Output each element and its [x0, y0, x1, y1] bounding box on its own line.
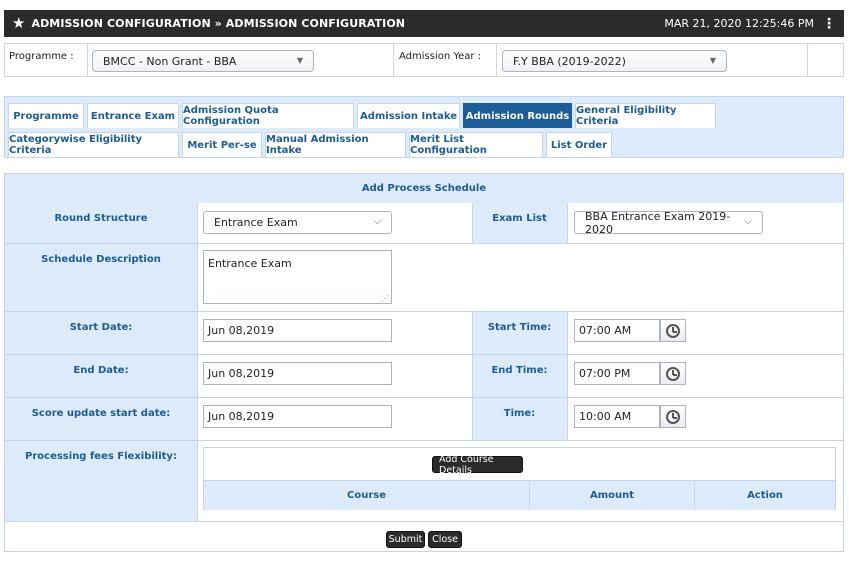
time-label: Time:	[472, 398, 567, 440]
star-icon[interactable]: ★	[12, 16, 25, 31]
column-divider	[567, 203, 568, 243]
tab-list-order[interactable]: List Order	[546, 132, 612, 157]
chevron-down-icon: ⌵	[744, 216, 752, 227]
round-structure-select[interactable]: Entrance Exam ⌵	[203, 211, 392, 234]
course-table-header: Course Amount Action	[204, 480, 835, 510]
score-update-start-date-label: Score update start date:	[5, 398, 197, 440]
schedule-description-label: Schedule Description	[5, 244, 197, 311]
tab-categorywise-eligibility-criteria[interactable]: Categorywise Eligibility Criteria	[8, 132, 179, 157]
tab-programme[interactable]: Programme	[8, 103, 84, 128]
column-divider	[567, 312, 568, 440]
programme-select-value: BMCC - Non Grant - BBA	[103, 54, 237, 68]
start-time-input[interactable]: 07:00 AM	[574, 319, 660, 342]
column-amount: Amount	[589, 490, 635, 501]
programme-filter-row: Programme : BMCC - Non Grant - BBA ▼ Adm…	[4, 43, 844, 77]
form-title: Add Process Schedule	[5, 174, 843, 203]
exam-list-value: BBA Entrance Exam 2019-2020	[585, 209, 731, 236]
admission-year-select[interactable]: F.Y BBA (2019-2022) ▼	[502, 50, 727, 72]
end-time-label: End Time:	[472, 355, 567, 397]
start-date-label: Start Date:	[5, 312, 197, 354]
score-update-start-date-input[interactable]: Jun 08,2019	[203, 405, 392, 428]
clock-icon[interactable]	[660, 319, 686, 342]
divider	[87, 44, 88, 76]
page-title: ADMISSION CONFIGURATION » ADMISSION CONF…	[31, 17, 406, 30]
chevron-down-icon: ▼	[296, 56, 303, 65]
admission-year-label: Admission Year :	[399, 51, 482, 62]
tab-entrance-exam[interactable]: Entrance Exam	[87, 103, 179, 128]
column-divider	[472, 203, 473, 243]
time-input[interactable]: 10:00 AM	[574, 405, 660, 428]
tab-admission-intake[interactable]: Admission Intake	[357, 103, 460, 128]
divider	[393, 44, 394, 76]
exam-list-label: Exam List	[472, 203, 567, 243]
configuration-tabs: Programme Entrance Exam Admission Quota …	[4, 96, 844, 158]
top-bar: ★ ADMISSION CONFIGURATION » ADMISSION CO…	[4, 10, 844, 37]
submit-button[interactable]: Submit	[386, 531, 425, 548]
tab-merit-list-configuration[interactable]: Merit List Configuration	[409, 132, 543, 157]
tab-manual-admission-intake[interactable]: Manual Admission Intake	[265, 132, 406, 157]
end-time-input[interactable]: 07:00 PM	[574, 362, 660, 385]
tab-admission-rounds[interactable]: Admission Rounds	[463, 103, 572, 128]
tab-admission-quota-configuration[interactable]: Admission Quota Configuration	[182, 103, 354, 128]
programme-select[interactable]: BMCC - Non Grant - BBA ▼	[92, 50, 314, 72]
clock-icon[interactable]	[660, 362, 686, 385]
column-divider	[197, 203, 198, 521]
admission-year-select-value: F.Y BBA (2019-2022)	[513, 54, 626, 68]
close-button[interactable]: Close	[428, 531, 462, 548]
column-divider	[472, 312, 473, 440]
schedule-description-value: Entrance Exam	[208, 257, 292, 270]
divider	[496, 44, 497, 76]
chevron-down-icon: ▼	[709, 56, 716, 65]
round-structure-label: Round Structure	[5, 203, 197, 243]
tab-merit-per-se[interactable]: Merit Per-se	[182, 132, 262, 157]
start-time-label: Start Time:	[472, 312, 567, 354]
course-details-panel: Add Course Details Course Amount Action	[203, 447, 836, 510]
end-date-input[interactable]: Jun 08,2019	[203, 362, 392, 385]
tab-general-eligibility-criteria[interactable]: General Eligibility Criteria	[575, 103, 716, 128]
kebab-menu-icon[interactable]: ⋮	[822, 17, 836, 31]
chevron-down-icon: ⌵	[373, 216, 381, 227]
schedule-description-textarea[interactable]: Entrance Exam ⋰	[203, 250, 392, 304]
column-course: Course	[347, 490, 386, 501]
round-structure-value: Entrance Exam	[214, 216, 298, 229]
column-action: Action	[747, 490, 783, 501]
divider	[807, 44, 808, 76]
process-schedule-form: Add Process Schedule Round Structure Ent…	[4, 173, 844, 552]
programme-label: Programme :	[9, 51, 74, 62]
clock-icon[interactable]	[660, 405, 686, 428]
datetime: MAR 21, 2020 12:25:46 PM	[664, 17, 814, 30]
end-date-label: End Date:	[5, 355, 197, 397]
start-date-input[interactable]: Jun 08,2019	[203, 319, 392, 342]
exam-list-select[interactable]: BBA Entrance Exam 2019-2020 ⌵	[574, 209, 763, 236]
add-course-details-button[interactable]: Add Course Details	[432, 454, 523, 476]
row-divider	[5, 521, 843, 522]
resize-grip-icon[interactable]: ⋰	[381, 294, 389, 303]
processing-fees-label: Processing fees Flexibility:	[5, 441, 197, 521]
